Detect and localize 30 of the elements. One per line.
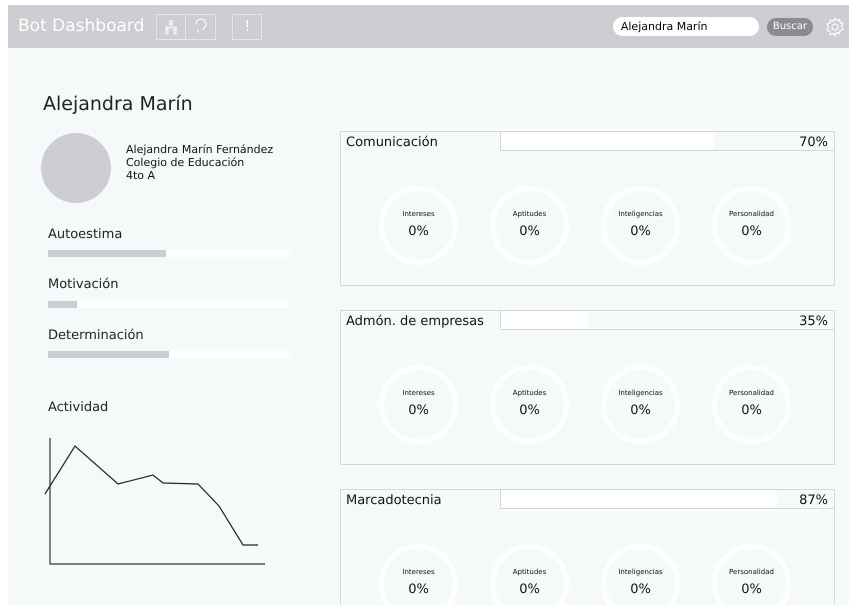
trait-label: Determinación <box>48 326 145 344</box>
metric-value: 0% <box>741 402 762 420</box>
school-name: Colegio de Educación <box>126 156 246 169</box>
search-field[interactable]: Alejandra Marín <box>612 17 759 36</box>
metric-value: 0% <box>519 581 540 599</box>
metric-value: 0% <box>630 402 651 420</box>
metric-value: 0% <box>519 223 540 241</box>
career-name: Admón. de empresas <box>345 313 485 331</box>
metric-value: 0% <box>408 223 429 241</box>
trait-label: Autoestima <box>48 226 124 244</box>
career-percent: 35% <box>799 313 828 331</box>
search-button[interactable]: Buscar <box>766 18 813 36</box>
full-name: Alejandra Marín Fernández <box>126 143 274 156</box>
profile-heading: Alejandra Marín <box>43 92 194 117</box>
career-name: Comunicación <box>345 134 439 152</box>
metric-value: 0% <box>630 223 651 241</box>
group-name: 4to A <box>126 169 156 182</box>
metric-value: 0% <box>741 581 762 599</box>
metric-value: 0% <box>519 402 540 420</box>
settings-icon[interactable] <box>825 16 845 36</box>
career-percent: 70% <box>799 134 828 152</box>
trait-label: Motivación <box>48 276 120 294</box>
people-icon <box>163 18 180 34</box>
metric-value: 0% <box>408 402 429 420</box>
career-percent: 87% <box>799 492 828 510</box>
career-name: Marcadotecnia <box>345 492 443 510</box>
activity-title: Actividad <box>47 399 110 417</box>
metric-value: 0% <box>741 223 762 241</box>
metric-value: 0% <box>408 581 429 599</box>
metric-value: 0% <box>630 581 651 599</box>
